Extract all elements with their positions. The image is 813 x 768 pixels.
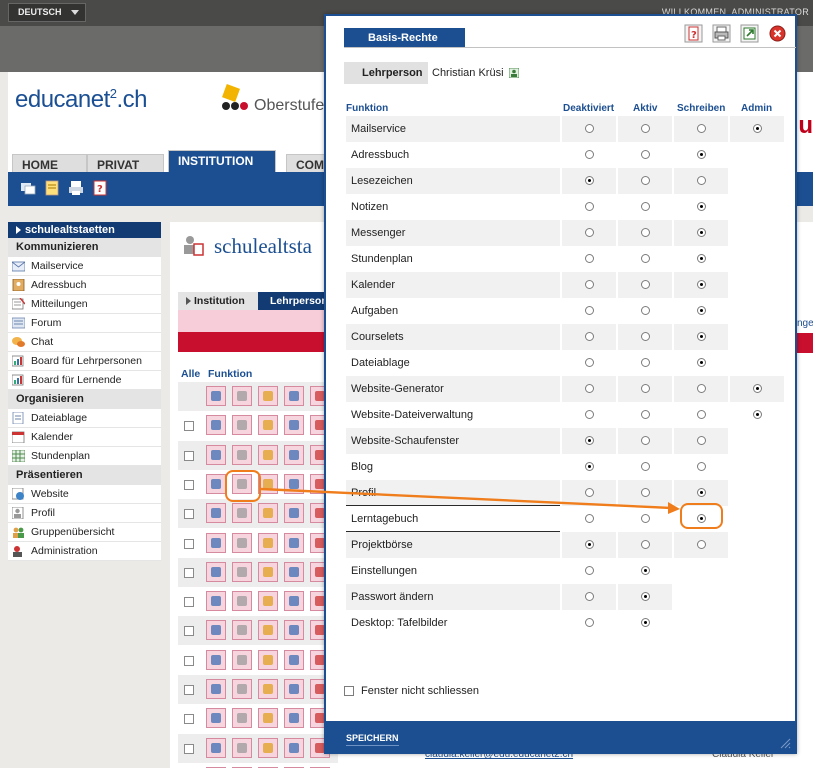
annotation-arrow — [260, 487, 680, 514]
